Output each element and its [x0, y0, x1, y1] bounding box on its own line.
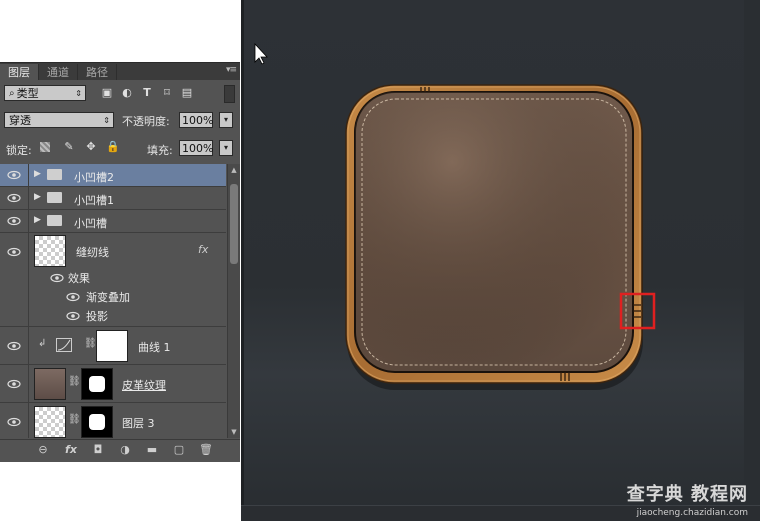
mask-thumbnail: [81, 406, 113, 438]
layer-thumbnail: [34, 368, 66, 400]
layer-name: 小凹槽: [74, 217, 107, 230]
watermark-title: 查字典 教程网: [626, 484, 748, 505]
layer-row[interactable]: ↲ ⛓ 曲线 1: [0, 327, 226, 365]
lock-transparent-icon[interactable]: [40, 142, 50, 152]
scroll-down-icon[interactable]: ▼: [230, 428, 238, 436]
layers-bottom-toolbar: ⊖ fx ◘ ◑ ▬ ▢ 🗑: [0, 439, 240, 462]
scroll-thumb[interactable]: [230, 184, 238, 264]
adjustment-icon[interactable]: ◑: [118, 443, 132, 457]
layer-row[interactable]: ⛓ 图层 3: [0, 403, 226, 438]
effect-drop-shadow[interactable]: 投影: [86, 308, 108, 324]
fill-dropdown-button[interactable]: ▾: [219, 140, 233, 156]
visibility-eye-icon[interactable]: [7, 341, 21, 351]
blend-mode-value: 穿透: [9, 114, 31, 127]
menu-icon[interactable]: ▾≡: [226, 65, 237, 75]
tab-channels[interactable]: 通道: [39, 64, 78, 80]
fx-icon[interactable]: fx: [64, 443, 78, 457]
filter-kind-select[interactable]: ⌕ 类型 ⇕: [4, 85, 86, 101]
panel-tabs: 图层 通道 路径 ▾≡: [0, 63, 240, 80]
layer-row[interactable]: ⛓ 皮革纹理: [0, 365, 226, 403]
tab-layers[interactable]: 图层: [0, 64, 39, 80]
new-layer-icon[interactable]: ▢: [172, 443, 186, 457]
adjustment-filter-icon[interactable]: ◐: [120, 86, 134, 100]
lock-position-icon[interactable]: ✥: [84, 140, 98, 154]
visibility-eye-icon[interactable]: [7, 247, 21, 257]
opacity-dropdown-button[interactable]: ▾: [219, 112, 233, 128]
opacity-label: 不透明度:: [122, 115, 170, 128]
clip-arrow-icon: ↲: [38, 338, 47, 349]
layer-name: 图层 3: [122, 417, 155, 430]
mask-icon[interactable]: ◘: [91, 443, 105, 457]
visibility-eye-icon[interactable]: [66, 292, 80, 302]
folder-icon[interactable]: ▬: [145, 443, 159, 457]
layer-name: 小凹槽2: [74, 171, 114, 184]
layer-name: 缝纫线: [76, 246, 109, 259]
folder-icon: [47, 215, 62, 226]
filter-toggle[interactable]: [224, 85, 235, 103]
link-icon[interactable]: ⊖: [36, 443, 50, 457]
visibility-eye-icon[interactable]: [7, 417, 21, 427]
layer-row[interactable]: ▶ 小凹槽2: [0, 164, 226, 187]
layers-panel: 图层 通道 路径 ▾≡ ⌕ 类型 ⇕ ▣ ◐ T ⌑ ▤ 穿透 ⇕ 不透明度: …: [0, 62, 240, 462]
mask-thumbnail: [81, 368, 113, 400]
scroll-up-icon[interactable]: ▲: [230, 166, 238, 174]
opacity-input[interactable]: 100%: [179, 112, 213, 128]
chevron-updown-icon: ⇕: [103, 115, 110, 125]
folder-icon: [47, 192, 62, 203]
expand-triangle-icon[interactable]: ▶: [34, 215, 41, 225]
folder-icon: [47, 169, 62, 180]
layer-thumbnail: [34, 406, 66, 438]
blend-mode-select[interactable]: 穿透 ⇕: [4, 112, 114, 128]
search-icon: ⌕: [9, 87, 15, 99]
cursor-icon: [254, 42, 268, 65]
lock-paint-brush-icon[interactable]: ✎: [62, 140, 76, 154]
curves-icon: [56, 338, 72, 352]
chevron-updown-icon: ⇕: [75, 88, 82, 98]
layer-row[interactable]: ▶ 小凹槽1: [0, 187, 226, 210]
shape-filter-icon[interactable]: ⌑: [160, 86, 174, 100]
fill-input[interactable]: 100%: [179, 140, 213, 156]
layer-thumbnail: [34, 235, 66, 267]
layer-row[interactable]: 缝纫线 fx 效果 渐变叠加 投影: [0, 233, 226, 327]
effect-gradient-overlay[interactable]: 渐变叠加: [86, 289, 130, 305]
visibility-eye-icon[interactable]: [7, 379, 21, 389]
trash-icon[interactable]: 🗑: [199, 443, 213, 457]
visibility-eye-icon[interactable]: [7, 216, 21, 226]
smart-object-filter-icon[interactable]: ▤: [180, 86, 194, 100]
visibility-eye-icon[interactable]: [66, 311, 80, 321]
visibility-eye-icon[interactable]: [50, 273, 64, 283]
fill-label: 填充:: [147, 144, 173, 157]
mask-thumbnail: [96, 330, 128, 362]
tab-paths[interactable]: 路径: [78, 64, 117, 80]
watermark-url: jiaocheng.chazidian.com: [636, 508, 748, 518]
filter-kind-label: 类型: [16, 87, 39, 100]
layer-name: 皮革纹理: [122, 379, 166, 392]
visibility-eye-icon[interactable]: [7, 193, 21, 203]
layer-name: 小凹槽1: [74, 194, 114, 207]
layer-row[interactable]: ▶ 小凹槽: [0, 210, 226, 233]
chain-link-icon[interactable]: ⛓: [68, 376, 81, 387]
visibility-eye-icon[interactable]: [7, 170, 21, 180]
layer-list: ▶ 小凹槽2 ▶ 小凹槽1 ▶ 小凹槽 缝纫线 fx 效果 渐变叠加 投影 ↲ …: [0, 164, 226, 438]
chain-link-icon[interactable]: ⛓: [84, 338, 97, 349]
lock-all-icon[interactable]: 🔒: [106, 140, 120, 154]
expand-triangle-icon[interactable]: ▶: [34, 169, 41, 179]
effects-label: 效果: [68, 272, 90, 285]
icon-artwork: [254, 42, 656, 390]
type-filter-icon[interactable]: T: [140, 86, 154, 100]
layer-name: 曲线 1: [138, 341, 171, 354]
fx-badge[interactable]: fx: [198, 243, 208, 256]
image-filter-icon[interactable]: ▣: [100, 86, 114, 100]
lock-label: 锁定:: [6, 144, 32, 157]
layer-list-scrollbar[interactable]: ▲ ▼: [227, 164, 240, 438]
expand-triangle-icon[interactable]: ▶: [34, 192, 41, 202]
chain-link-icon[interactable]: ⛓: [68, 414, 81, 425]
